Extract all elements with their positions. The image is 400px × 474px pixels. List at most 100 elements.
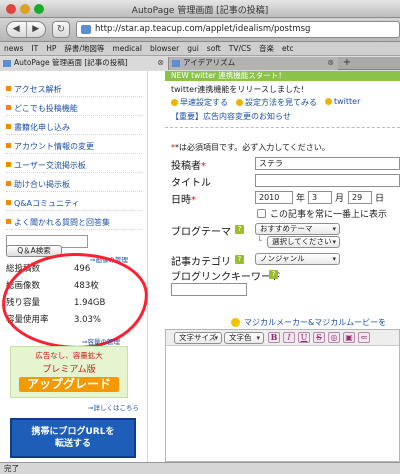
upgrade-button[interactable]: アップグレード [19, 377, 119, 392]
window-titlebar: AutoPage 管理画面 [記事の投稿] [0, 0, 400, 18]
help-icon[interactable]: ? [235, 225, 244, 234]
day-unit: 日 [375, 194, 385, 204]
font-size-select[interactable]: 文字サイズ [174, 332, 222, 344]
year-unit: 年 [296, 194, 306, 204]
strike-button[interactable]: S [313, 332, 325, 343]
tab-idealism[interactable]: アイデアリズム ⊗ [168, 57, 338, 70]
italic-button[interactable]: I [283, 332, 295, 343]
tab-autopage-admin[interactable]: AutoPage 管理画面 [記事の投稿] ⊗ [0, 57, 168, 70]
rich-text-editor[interactable]: 文字サイズ 文字色 B I U S ◎ ▣ ⇐ [165, 329, 400, 462]
bookmark-medical[interactable]: medical [112, 42, 142, 55]
sidebar-item-label: Q&Aコミュニティ [14, 199, 80, 208]
category-label: 記事カテゴリ [171, 257, 231, 268]
bookmark-it[interactable]: IT [31, 42, 38, 55]
tab-close-icon[interactable]: ⊗ [327, 57, 334, 69]
smiley-icon [231, 318, 240, 327]
bookmark-blowser[interactable]: blowser [150, 42, 179, 55]
bullet-icon [6, 162, 11, 167]
sidebar-item-help-board[interactable]: 助け合い掲示板 [6, 178, 142, 192]
url-bar[interactable]: http://star.ap.teacup.com/applet/idealis… [76, 21, 400, 38]
sidebar-item-label: ユーザー交流掲示板 [14, 161, 86, 170]
bookmark-news[interactable]: news [4, 42, 23, 55]
bookmark-etc[interactable]: etc [282, 42, 294, 55]
keyword-label: ブログリンクキーワード [171, 272, 281, 283]
promo-line-1: 広告なし、容量拡大 [35, 351, 103, 360]
setup-now-link[interactable]: 早速設定する [171, 97, 228, 108]
magical-maker-link[interactable]: マジカルメーカー&マジカルムービーを [244, 317, 386, 328]
window-title: AutoPage 管理画面 [記事の投稿] [131, 6, 269, 16]
reload-button[interactable]: ↻ [52, 21, 70, 38]
author-input[interactable]: ステラ [255, 157, 400, 170]
pin-top-label: この記事を常に一番上に表示 [270, 210, 388, 220]
twitter-release-text: twitter連携機能をリリースしました! [171, 85, 305, 94]
forward-button[interactable]: ▶ [27, 22, 46, 37]
nav-buttons: ◀ ▶ [6, 21, 46, 38]
category-select[interactable]: ノンジャンル [255, 253, 340, 265]
help-icon[interactable]: ? [269, 270, 278, 279]
bullet-icon [6, 181, 11, 186]
link-label: 設定方法を見てみる [245, 98, 317, 107]
mobile-url-banner[interactable]: 携帯にブログURLを 転送する [10, 418, 136, 458]
month-input[interactable]: 3 [308, 191, 332, 204]
arrow-icon [236, 99, 243, 106]
tab-close-icon[interactable]: ⊗ [157, 57, 164, 69]
sidebar: アクセス解析 どこでも投稿機能 書籍化申し込み アカウント情報の変更 ユーザー交… [0, 71, 150, 462]
sidebar-item-account[interactable]: アカウント情報の変更 [6, 140, 142, 154]
sidebar-item-label: アカウント情報の変更 [14, 142, 94, 151]
year-input[interactable]: 2010 [255, 191, 293, 204]
mobile-url-line-1: 携帯にブログURLを [31, 427, 115, 437]
day-input[interactable]: 29 [348, 191, 372, 204]
author-label-text: 投稿者 [171, 161, 201, 172]
premium-details-link[interactable]: ⇒詳しくはこちら [88, 402, 139, 412]
sidebar-item-user-board[interactable]: ユーザー交流掲示板 [6, 159, 142, 173]
bookmark-soft[interactable]: soft [207, 42, 221, 55]
sidebar-item-post-anywhere[interactable]: どこでも投稿機能 [6, 102, 142, 116]
new-tab-button[interactable]: + [340, 57, 354, 70]
status-bar: 完了 [0, 462, 400, 474]
capacity-manage-link[interactable]: ⇒容量の管理 [82, 336, 120, 346]
bookmark-music[interactable]: 音楽 [259, 42, 274, 55]
bold-button[interactable]: B [268, 332, 280, 343]
required-star-icon: * [201, 161, 206, 172]
twitter-link[interactable]: twitter [325, 97, 360, 108]
sidebar-item-book[interactable]: 書籍化申し込み [6, 121, 142, 135]
theme-sub-select[interactable]: 選択してください [267, 236, 340, 248]
site-favicon-icon [81, 25, 91, 34]
underline-button[interactable]: U [298, 332, 310, 343]
keyword-input[interactable] [171, 283, 247, 296]
bookmark-hp[interactable]: HP [46, 42, 56, 55]
setup-guide-link[interactable]: 設定方法を見てみる [236, 97, 317, 108]
pin-top-checkbox[interactable] [257, 209, 266, 218]
tab-label: アイデアリズム [183, 58, 236, 67]
back-button[interactable]: ◀ [7, 22, 27, 37]
sidebar-item-label: アクセス解析 [14, 85, 62, 94]
title-input[interactable] [255, 174, 400, 187]
emoji-button[interactable]: ◎ [328, 332, 340, 343]
tab-strip: AutoPage 管理画面 [記事の投稿] ⊗ アイデアリズム ⊗ + [0, 57, 400, 70]
required-star-icon: * [191, 195, 196, 206]
url-text: http://star.ap.teacup.com/applet/idealis… [95, 24, 311, 34]
datetime-label: 日時* [171, 191, 196, 206]
bookmark-gui[interactable]: gui [187, 42, 199, 55]
bullet-icon [6, 86, 11, 91]
link-label: twitter [334, 97, 361, 106]
sidebar-item-access-analysis[interactable]: アクセス解析 [6, 83, 142, 97]
bookmark-dictionary[interactable]: 辞書/地図等 [64, 42, 104, 55]
required-note: **は必須項目です。必ず入力してください。 [171, 142, 330, 153]
bookmark-tvcs[interactable]: TV/CS [229, 42, 251, 55]
help-icon[interactable]: ? [235, 255, 244, 264]
bullet-icon [6, 143, 11, 148]
theme-select[interactable]: おすすめテーマ [255, 223, 340, 235]
bookmarks-bar: news IT HP 辞書/地図等 medical blowser gui so… [0, 42, 400, 56]
image-button[interactable]: ▣ [343, 332, 355, 343]
link-label: 早速設定する [180, 98, 228, 107]
premium-upgrade-banner[interactable]: 広告なし、容量拡大 プレミアム版 アップグレード [10, 346, 128, 398]
tab-favicon-icon [3, 60, 11, 67]
ad-notice-link[interactable]: 【重要】広告内容変更のお知らせ [171, 111, 291, 122]
sidebar-item-faq[interactable]: よく聞かれる質問と回答集 [6, 216, 142, 230]
divider [165, 127, 400, 128]
font-color-select[interactable]: 文字色 [224, 332, 264, 344]
sidebar-item-qa-community[interactable]: Q&Aコミュニティ [6, 197, 142, 211]
align-button[interactable]: ⇐ [358, 332, 370, 343]
mobile-url-line-2: 転送する [54, 439, 91, 449]
